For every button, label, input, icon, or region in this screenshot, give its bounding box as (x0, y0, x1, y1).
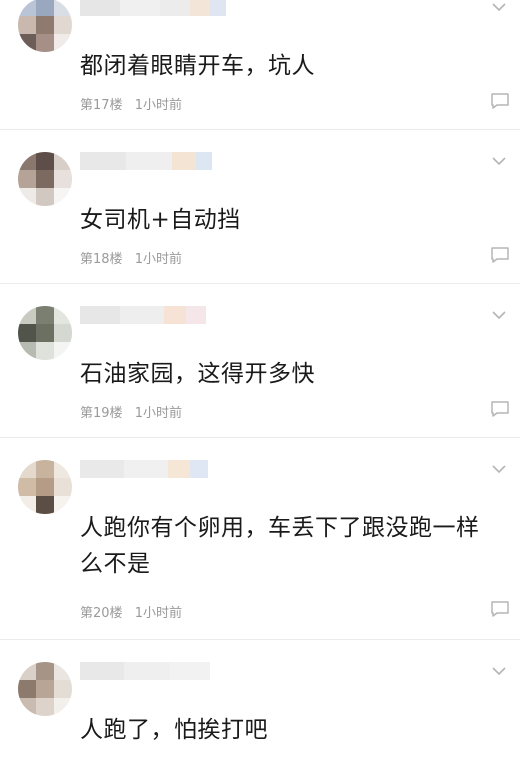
comment-meta: 第19楼 1小时前 (80, 402, 182, 421)
floor-number: 第19楼 (80, 406, 123, 421)
floor-number: 第18楼 (80, 252, 123, 267)
comment-item[interactable]: 石油家园，这得开多快 第19楼 1小时前 (0, 284, 520, 438)
comment-bubble-icon[interactable] (490, 246, 510, 264)
comment-item[interactable]: 都闭着眼睛开车，坑人 第17楼 1小时前 (0, 0, 520, 130)
username-blurred[interactable] (80, 460, 208, 478)
comment-bubble-icon[interactable] (490, 400, 510, 418)
username-blurred[interactable] (80, 152, 212, 170)
comment-item[interactable]: 女司机+自动挡 第18楼 1小时前 (0, 130, 520, 284)
avatar[interactable] (18, 306, 72, 360)
chevron-down-icon[interactable] (490, 154, 508, 168)
comment-text: 人跑了，怕挨打吧 (80, 717, 268, 743)
chevron-down-icon[interactable] (490, 462, 508, 476)
timestamp: 1小时前 (134, 252, 182, 267)
avatar[interactable] (18, 662, 72, 716)
avatar[interactable] (18, 0, 72, 52)
comment-text: 人跑你有个卵用，车丢下了跟没跑一样么不是 (80, 515, 480, 577)
comment-meta: 第17楼 1小时前 (80, 94, 182, 113)
comment-bubble-icon[interactable] (490, 600, 510, 618)
comment-item[interactable]: 人跑了，怕挨打吧 (0, 640, 520, 780)
floor-number: 第17楼 (80, 98, 123, 113)
floor-number: 第20楼 (80, 606, 123, 621)
comment-text: 石油家园，这得开多快 (80, 361, 315, 387)
avatar[interactable] (18, 460, 72, 514)
timestamp: 1小时前 (134, 98, 182, 113)
username-blurred[interactable] (80, 306, 206, 324)
chevron-down-icon[interactable] (490, 0, 508, 14)
timestamp: 1小时前 (134, 606, 182, 621)
comment-item[interactable]: 人跑你有个卵用，车丢下了跟没跑一样么不是 第20楼 1小时前 (0, 438, 520, 640)
username-blurred[interactable] (80, 662, 210, 680)
comment-meta: 第20楼 1小时前 (80, 602, 182, 621)
username-blurred[interactable] (80, 0, 226, 16)
comment-meta: 第18楼 1小时前 (80, 248, 182, 267)
timestamp: 1小时前 (134, 406, 182, 421)
comment-text: 都闭着眼睛开车，坑人 (80, 53, 315, 79)
comment-bubble-icon[interactable] (490, 92, 510, 110)
chevron-down-icon[interactable] (490, 664, 508, 678)
comment-text: 女司机+自动挡 (80, 207, 241, 233)
avatar[interactable] (18, 152, 72, 206)
chevron-down-icon[interactable] (490, 308, 508, 322)
